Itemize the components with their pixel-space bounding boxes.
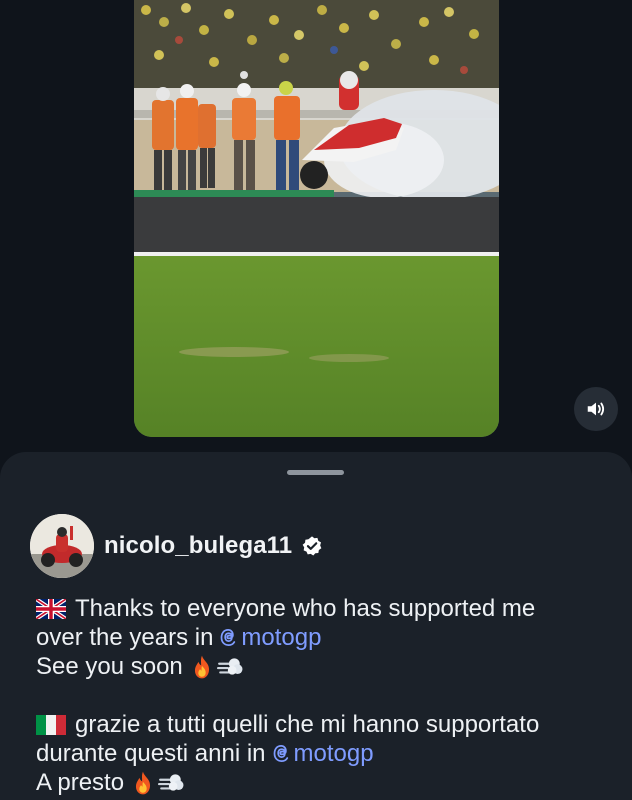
caption-line: Thanks to everyone who has supported me: [36, 594, 616, 623]
mention-text: motogp: [241, 624, 322, 651]
caption-text: A presto: [36, 769, 125, 796]
burnout-video-frame: [134, 0, 499, 437]
caption-text: grazie a tutti quelli che mi hanno suppo…: [75, 711, 540, 738]
verified-badge-icon: [302, 536, 322, 556]
mention-link[interactable]: motogp: [266, 739, 374, 768]
post-author: nicolo_bulega11: [104, 530, 323, 562]
drag-handle[interactable]: [287, 470, 344, 475]
italy-flag-icon: [36, 714, 66, 735]
dash-emoji: [158, 770, 184, 796]
avatar-rider-image: [30, 514, 94, 578]
fire-emoji: [130, 770, 156, 796]
caption-line: over the years in motogp: [36, 623, 616, 652]
caption-text: See you soon: [36, 653, 183, 680]
speaker-volume-icon: [587, 402, 605, 416]
caption-text: durante questi anni in: [36, 740, 266, 767]
threads-at-icon: [273, 745, 288, 762]
username[interactable]: nicolo_bulega11: [104, 532, 292, 560]
mention-text: motogp: [293, 740, 374, 767]
caption-line: A presto: [36, 768, 616, 797]
fire-emoji: [189, 654, 215, 680]
mention-link[interactable]: motogp: [213, 623, 321, 652]
caption-line: durante questi anni in motogp: [36, 739, 616, 768]
caption-text: Thanks to everyone who has supported me: [75, 595, 536, 622]
volume-button[interactable]: [574, 387, 618, 431]
threads-at-icon: [221, 629, 236, 646]
avatar[interactable]: [30, 514, 94, 578]
post-caption: Thanks to everyone who has supported me …: [36, 594, 616, 797]
dash-emoji: [216, 654, 243, 680]
caption-line: See you soon: [36, 652, 616, 681]
post-video[interactable]: [134, 0, 499, 437]
caption-text: over the years in: [36, 624, 214, 651]
uk-flag-icon: [36, 598, 66, 619]
caption-line: grazie a tutti quelli che mi hanno suppo…: [36, 710, 616, 739]
caption-sheet: nicolo_bulega11 Thanks to everyone who h…: [0, 452, 632, 800]
